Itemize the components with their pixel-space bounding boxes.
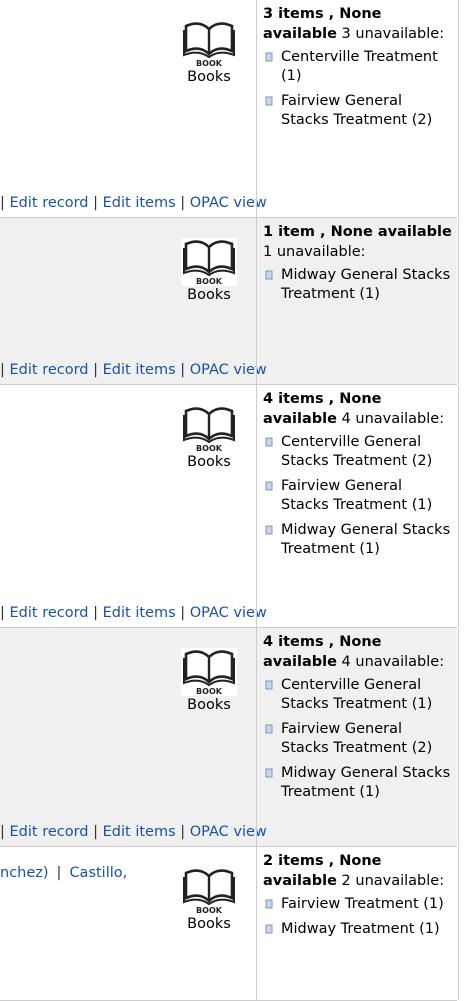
location-item: Midway General Stacks Treatment (1) <box>263 266 453 304</box>
location-bullet-icon <box>265 724 273 734</box>
result-row: BOOK Books | Edit record | Edit items | … <box>0 385 459 628</box>
location-list: Centerville General Stacks Treatment (2)… <box>263 433 453 559</box>
location-item: Centerville General Stacks Treatment (2) <box>263 433 453 471</box>
location-bullet-icon <box>265 680 273 690</box>
location-bullet-icon <box>265 899 273 909</box>
edit-record-link[interactable]: Edit record <box>10 605 89 621</box>
record-actions: | Edit record | Edit items | OPAC view <box>0 195 267 211</box>
location-list: Fairview Treatment (1) Midway Treatment … <box>263 895 453 939</box>
availability-cell: 2 items , None available 2 unavailable: … <box>256 847 459 1000</box>
record-cell: nchez) | Castillo, BOOK Books <box>0 847 256 1000</box>
location-list: Centerville Treatment (1) Fairview Gener… <box>263 48 453 130</box>
edit-record-link[interactable]: Edit record <box>10 195 89 211</box>
location-bullet-icon <box>265 96 273 106</box>
location-item: Midway General Stacks Treatment (1) <box>263 521 453 559</box>
location-item: Centerville Treatment (1) <box>263 48 453 86</box>
record-cell: BOOK Books | Edit record | Edit items | … <box>0 385 267 627</box>
location-bullet-icon <box>265 270 273 280</box>
book-icon: BOOK <box>181 648 237 696</box>
availability-cell: 4 items , None available 4 unavailable: … <box>256 628 459 846</box>
result-row: BOOK Books | Edit record | Edit items | … <box>0 0 459 218</box>
location-bullet-icon <box>265 924 273 934</box>
format-label: Books <box>187 697 231 713</box>
edit-items-link[interactable]: Edit items <box>103 605 176 621</box>
book-icon: BOOK <box>181 20 237 68</box>
format-label: Books <box>187 287 231 303</box>
format-cell: BOOK Books <box>181 20 237 85</box>
svg-text:BOOK: BOOK <box>196 687 223 696</box>
book-icon: BOOK <box>181 867 237 915</box>
availability-cell: 4 items , None available 4 unavailable: … <box>256 385 459 627</box>
book-icon: BOOK <box>181 238 237 286</box>
edit-items-link[interactable]: Edit items <box>103 195 176 211</box>
unavailable-count: 4 unavailable: <box>336 654 445 670</box>
search-results-table: BOOK Books | Edit record | Edit items | … <box>0 0 459 1001</box>
svg-text:BOOK: BOOK <box>196 444 223 453</box>
location-item: Centerville General Stacks Treatment (1) <box>263 676 453 714</box>
format-cell: BOOK Books <box>181 238 237 303</box>
edit-record-link[interactable]: Edit record <box>10 362 89 378</box>
availability-cell: 1 item , None available 1 unavailable: M… <box>256 218 459 384</box>
edit-record-link[interactable]: Edit record <box>10 824 89 840</box>
svg-text:BOOK: BOOK <box>196 59 223 68</box>
availability-cell: 3 items , None available 3 unavailable: … <box>256 0 459 217</box>
location-item: Fairview Treatment (1) <box>263 895 453 914</box>
format-cell: BOOK Books <box>181 405 237 470</box>
edit-items-link[interactable]: Edit items <box>103 362 176 378</box>
location-bullet-icon <box>265 52 273 62</box>
unavailable-count: 3 unavailable: <box>336 26 445 42</box>
record-cell: BOOK Books | Edit record | Edit items | … <box>0 218 267 384</box>
location-bullet-icon <box>265 481 273 491</box>
record-cell: BOOK Books | Edit record | Edit items | … <box>0 628 267 846</box>
author-link[interactable]: nchez) <box>0 865 49 881</box>
author-links: nchez) | Castillo, <box>0 865 128 881</box>
book-icon: BOOK <box>181 405 237 453</box>
record-actions: | Edit record | Edit items | OPAC view <box>0 824 267 840</box>
location-list: Centerville General Stacks Treatment (1)… <box>263 676 453 802</box>
unavailable-count: 2 unavailable: <box>336 873 445 889</box>
result-row: nchez) | Castillo, BOOK Books 2 items , No… <box>0 847 459 1001</box>
record-actions: | Edit record | Edit items | OPAC view <box>0 362 267 378</box>
record-actions: | Edit record | Edit items | OPAC view <box>0 605 267 621</box>
format-label: Books <box>187 916 231 932</box>
location-bullet-icon <box>265 437 273 447</box>
unavailable-count: 1 unavailable: <box>263 244 366 260</box>
result-row: BOOK Books | Edit record | Edit items | … <box>0 218 459 385</box>
location-item: Fairview General Stacks Treatment (2) <box>263 720 453 758</box>
svg-text:BOOK: BOOK <box>196 906 223 915</box>
author-link[interactable]: Castillo, <box>69 865 127 881</box>
location-item: Midway General Stacks Treatment (1) <box>263 764 453 802</box>
edit-items-link[interactable]: Edit items <box>103 824 176 840</box>
format-label: Books <box>187 69 231 85</box>
location-item: Fairview General Stacks Treatment (1) <box>263 477 453 515</box>
svg-text:BOOK: BOOK <box>196 277 223 286</box>
format-label: Books <box>187 454 231 470</box>
format-cell: BOOK Books <box>181 867 237 932</box>
location-item: Midway Treatment (1) <box>263 920 453 939</box>
unavailable-count: 4 unavailable: <box>336 411 445 427</box>
record-cell: BOOK Books | Edit record | Edit items | … <box>0 0 267 217</box>
items-count: 1 item , None available <box>263 224 452 240</box>
location-list: Midway General Stacks Treatment (1) <box>263 266 453 304</box>
result-row: BOOK Books | Edit record | Edit items | … <box>0 628 459 847</box>
location-item: Fairview General Stacks Treatment (2) <box>263 92 453 130</box>
format-cell: BOOK Books <box>181 648 237 713</box>
location-bullet-icon <box>265 525 273 535</box>
location-bullet-icon <box>265 768 273 778</box>
